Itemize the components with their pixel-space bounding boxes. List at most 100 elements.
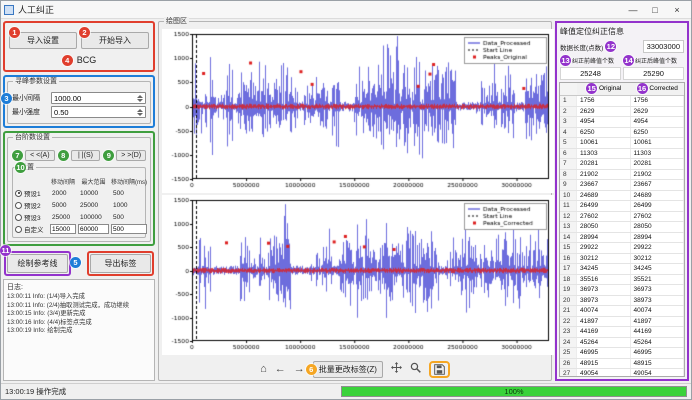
table-row[interactable]: 51006110061 [560,138,684,149]
callout-2: 2 [79,27,90,38]
table-row[interactable]: 72028120281 [560,159,684,170]
table-row[interactable]: 226292629 [560,107,684,118]
left-panel: 1 2 导入设置 开始导入 4BCG 3 寻峰参数设置 最小间隔 [3,21,155,381]
table-row[interactable]: 173424534245 [560,264,684,275]
radio-preset-1[interactable]: 预设1 [15,188,48,198]
log-panel: 日志: 13:00:11 Info: (1/4)导入完成13:00:11 Inf… [3,279,155,381]
peaks-table[interactable]: 15 Original 16 Corrected 117561756226292… [559,82,685,377]
signal-chart-top[interactable] [162,29,554,193]
table-row[interactable]: 462506250 [560,128,684,139]
title-bar: 人工纠正 — □ × [1,1,691,19]
batch-edit-wrap: 6 批量更改标签(Z) [313,361,383,378]
table-row[interactable]: 92366723667 [560,180,684,191]
window-title: 人工纠正 [18,3,622,16]
radio-icon[interactable] [15,214,22,221]
custom-max-range-input[interactable] [78,224,109,234]
log-line: 13:00:11 Info: (1/4)导入完成 [7,293,151,302]
table-row[interactable]: 102468924689 [560,191,684,202]
close-button[interactable]: × [666,2,688,18]
table-row[interactable]: 264891548915 [560,359,684,370]
export-label-annotation: 导出标签 [87,251,154,276]
start-import-button[interactable]: 开始导入 [81,32,149,49]
signal-type-label: BCG [77,55,97,65]
minimize-button[interactable]: — [622,2,644,18]
custom-move-interval-input[interactable] [50,224,76,234]
radio-custom[interactable]: 自定义 [15,224,48,234]
preset1-max-range: 10000 [78,190,109,197]
step-pause-button[interactable]: | |(S) [71,150,101,161]
custom-move-interval-ms-input[interactable] [111,224,147,234]
radio-preset-3[interactable]: 预设3 [15,212,48,222]
min-interval-label: 最小间隔 [12,93,48,103]
table-row[interactable]: 142899428994 [560,233,684,244]
table-row[interactable]: 183551635521 [560,275,684,286]
spinner-arrows-icon[interactable] [137,109,143,116]
callout-10: 10 [15,162,26,173]
preset1-move-interval: 2000 [50,190,76,197]
home-icon[interactable]: ⌂ [260,362,267,376]
radio-icon[interactable] [15,202,22,209]
preset2-move-interval-ms: 1000 [111,202,147,209]
callout-4: 4 [62,55,73,66]
min-strength-spinbox[interactable]: 0.50 [51,106,146,118]
radio-preset-2[interactable]: 预设2 [15,200,48,210]
peak-count-stats: 13 纠正前峰值个数 14 纠正后峰值个数 25248 25290 [560,55,684,80]
table-row[interactable]: 117561756 [560,96,684,107]
table-row[interactable]: 193697336973 [560,285,684,296]
radio-icon[interactable] [15,190,22,197]
data-length-label: 数据长度(点数) [560,42,603,52]
table-row[interactable]: 163021230212 [560,254,684,265]
forward-icon[interactable]: → [294,362,305,376]
table-row[interactable]: 203897338973 [560,296,684,307]
table-row[interactable]: 349544954 [560,117,684,128]
back-icon[interactable]: ← [275,362,286,376]
signal-chart-bottom[interactable] [162,195,554,355]
plot-toolbar: ⌂ ← → 6 批量更改标签(Z) [162,357,548,381]
draw-reference-annotation: 绘制参考线 [4,251,71,276]
step-left-button[interactable]: < <(A) [25,150,55,161]
min-interval-value: 1000.00 [54,94,81,103]
pan-icon[interactable] [391,360,402,378]
preset2-max-range: 25000 [78,202,109,209]
signal-type-row: 4 BCG [8,52,150,67]
table-row[interactable]: 244526445264 [560,338,684,349]
corrected-column-header: 16 Corrected [631,83,685,95]
callout-16: 16 [637,83,648,94]
table-row[interactable]: 61130311303 [560,149,684,160]
table-row[interactable]: 234416944169 [560,327,684,338]
log-line: 13:00:15 Info: (3/4)更新完成 [7,310,151,319]
table-row[interactable]: 82190221902 [560,170,684,181]
app-window: 人工纠正 — □ × 1 2 导入设置 开始导入 4BCG 3 [0,0,692,400]
save-icon[interactable] [429,361,450,378]
spinner-arrows-icon[interactable] [137,95,143,102]
table-row[interactable]: 254699546995 [560,348,684,359]
app-icon [4,5,14,15]
after-count-label: 纠正后峰值个数 [635,56,677,65]
min-interval-spinbox[interactable]: 1000.00 [51,92,146,104]
callout-7: 7 [12,150,23,161]
table-row[interactable]: 274905449054 [560,369,684,376]
radio-icon[interactable] [15,226,22,233]
status-bar: 13:00:19 操作完成 100% [1,383,691,399]
export-label-button[interactable]: 导出标签 [90,254,151,273]
callout-6: 6 [306,364,317,375]
peaks-table-body[interactable]: 1175617562262926293495449544625062505100… [560,96,684,376]
table-row[interactable]: 122760227602 [560,212,684,223]
table-row[interactable]: 152992229922 [560,243,684,254]
table-row[interactable]: 214007440074 [560,306,684,317]
draw-reference-button[interactable]: 绘制参考线 [7,254,68,273]
preset-settings-box: 设置 10 移动间隔 最大范围 移动间隔(ms) 预设1 2000 10000 … [12,167,146,238]
peaks-table-header: 15 Original 16 Corrected [560,83,684,96]
maximize-button[interactable]: □ [644,2,666,18]
table-row[interactable]: 112649926499 [560,201,684,212]
table-row[interactable]: 224189741897 [560,317,684,328]
log-lines: 13:00:11 Info: (1/4)导入完成13:00:11 Info: (… [7,293,151,336]
table-row[interactable]: 132805028050 [560,222,684,233]
step-settings-title: 台阶数设置 [13,133,52,142]
step-right-button[interactable]: > >(D) [116,150,146,161]
peak-params-title: 寻峰参数设置 [13,77,59,86]
status-message: 13:00:19 操作完成 [5,386,66,397]
zoom-icon[interactable] [410,360,421,378]
log-title: 日志: [7,282,151,292]
batch-edit-labels-button[interactable]: 批量更改标签(Z) [313,361,383,378]
